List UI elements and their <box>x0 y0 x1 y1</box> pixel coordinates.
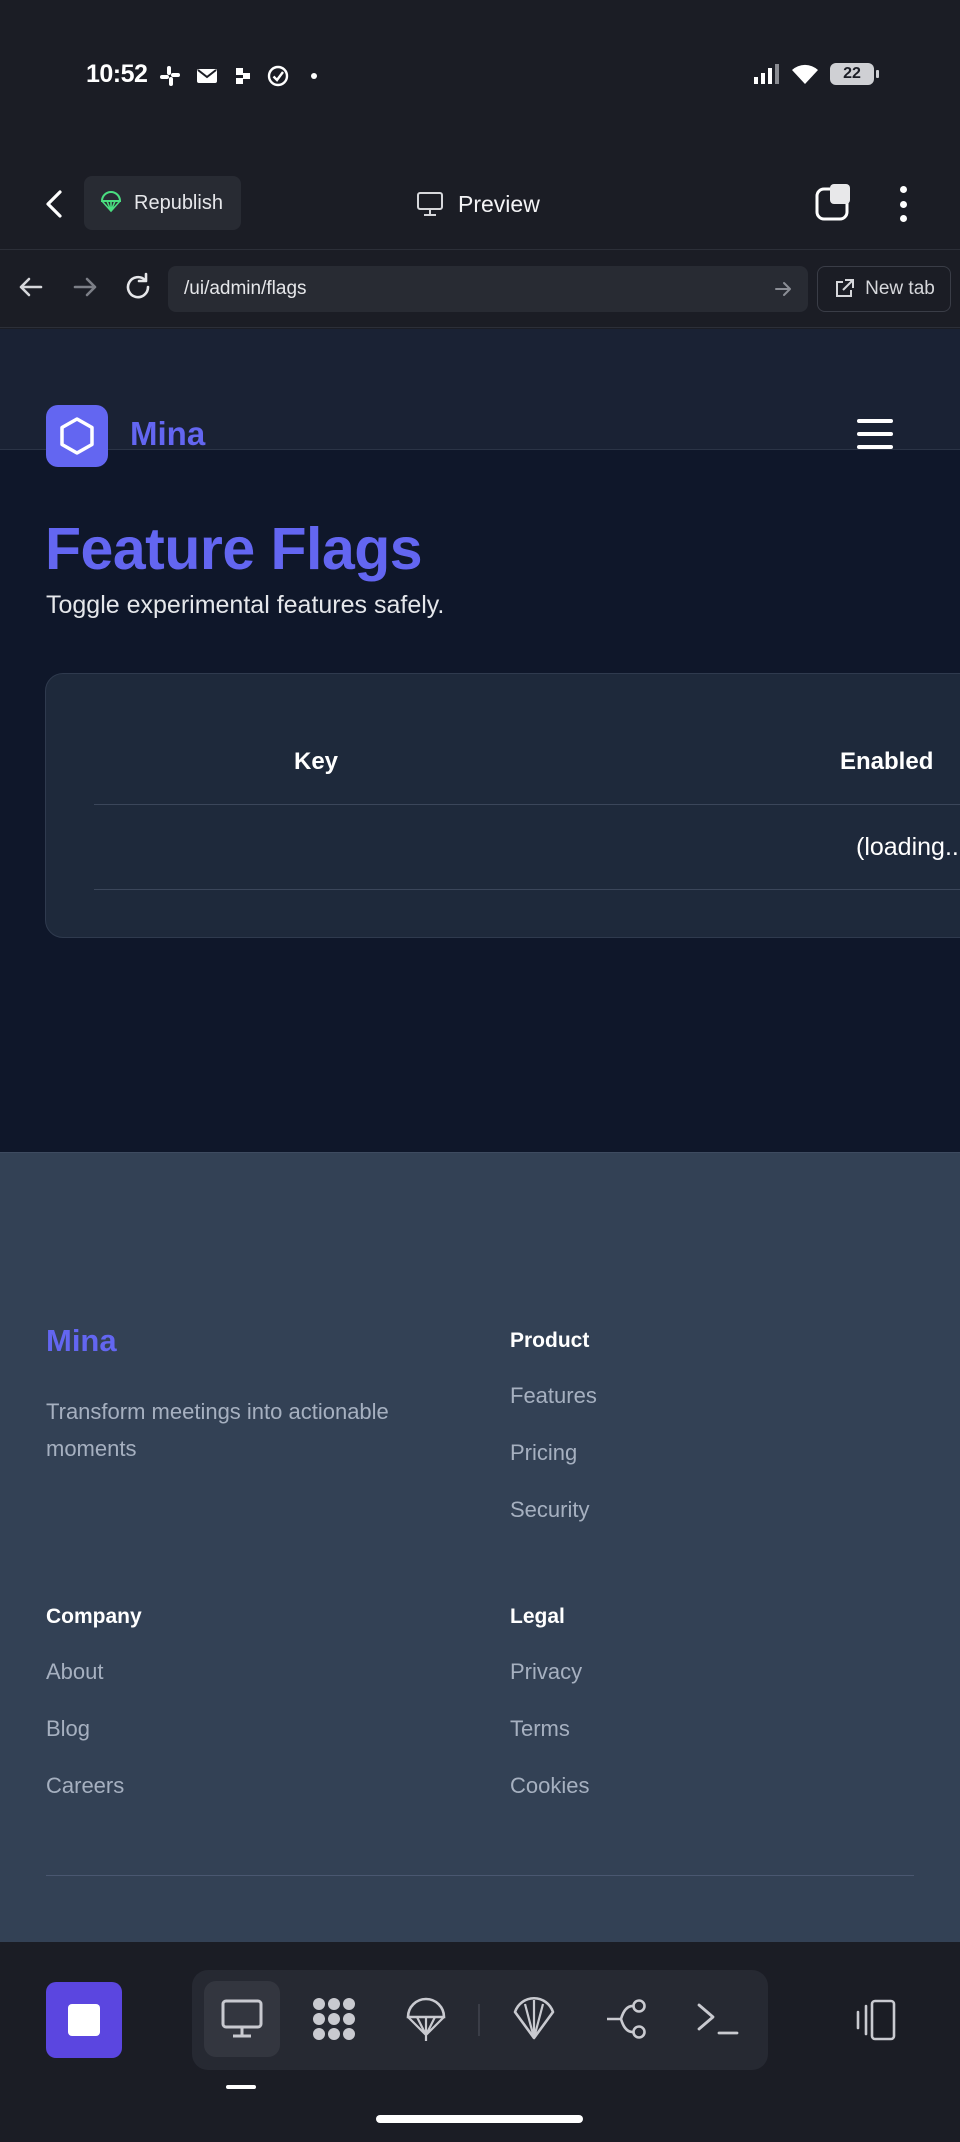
loading-cell: (loading... <box>856 833 960 861</box>
url-input[interactable]: /ui/admin/flags <box>168 266 808 312</box>
address-bar: /ui/admin/flags New tab <box>0 250 960 328</box>
status-bar: 10:52 22 <box>0 0 960 150</box>
footer-link-features[interactable]: Features <box>510 1381 597 1438</box>
go-arrow-icon[interactable] <box>772 278 794 300</box>
flags-table-card: Key Enabled (loading... <box>45 673 960 938</box>
monitor-icon <box>417 192 443 216</box>
site-logo[interactable] <box>46 405 108 467</box>
footer-heading: Legal <box>510 1605 565 1628</box>
shell-icon <box>513 1996 555 2040</box>
back-icon[interactable] <box>38 184 72 224</box>
preview-tool-button[interactable] <box>204 1981 280 2057</box>
stop-icon <box>68 2004 100 2036</box>
battery-icon: 22 <box>830 63 879 85</box>
new-tab-label: New tab <box>865 278 935 299</box>
bottom-dock <box>0 1942 960 2142</box>
git-tool-button[interactable] <box>588 1981 664 2057</box>
url-text: /ui/admin/flags <box>184 278 307 299</box>
hexagon-icon <box>60 417 94 455</box>
page-title: Feature Flags <box>45 516 423 582</box>
mail-icon <box>197 69 217 83</box>
footer-link-cookies[interactable]: Cookies <box>510 1771 589 1828</box>
deploy-icon <box>406 1997 446 2041</box>
footer-link-blog[interactable]: Blog <box>46 1714 142 1771</box>
check-circle-icon <box>267 65 289 87</box>
footer-link-privacy[interactable]: Privacy <box>510 1657 589 1714</box>
parachute-icon <box>100 191 122 213</box>
republish-button[interactable]: Republish <box>84 176 241 230</box>
app-icon <box>236 68 250 84</box>
git-icon <box>607 1999 646 2039</box>
external-link-icon <box>836 279 855 297</box>
page-viewport: Mina Feature Flags Toggle experimental f… <box>0 329 960 1942</box>
dot-icon <box>311 73 317 79</box>
slack-icon <box>160 66 180 86</box>
stop-button[interactable] <box>46 1982 122 2058</box>
tabs-icon[interactable] <box>814 182 854 222</box>
browser-back-icon[interactable] <box>14 270 48 304</box>
app-toolbar: Republish Preview <box>0 160 960 250</box>
footer-link-about[interactable]: About <box>46 1657 142 1714</box>
column-header-enabled: Enabled <box>840 748 934 775</box>
footer-heading: Company <box>46 1605 142 1628</box>
browser-forward-icon[interactable] <box>68 270 102 304</box>
column-header-key: Key <box>294 748 339 775</box>
signal-icon <box>754 64 779 84</box>
footer-column-product: Product Features Pricing Security <box>510 1329 597 1552</box>
preview-tab[interactable]: Preview <box>416 184 540 224</box>
deploy-tool-button[interactable] <box>388 1981 464 2057</box>
tool-separator <box>478 2004 480 2036</box>
reload-icon[interactable] <box>121 270 155 304</box>
panel-toggle-icon[interactable] <box>852 1998 898 2042</box>
site-brand[interactable]: Mina <box>130 415 205 453</box>
page-subtitle: Toggle experimental features safely. <box>46 591 445 619</box>
new-tab-button[interactable]: New tab <box>817 266 951 312</box>
apps-icon <box>313 1998 355 2040</box>
terminal-icon <box>697 2003 739 2035</box>
apps-tool-button[interactable] <box>296 1981 372 2057</box>
footer-divider <box>46 1875 914 1876</box>
menu-icon[interactable] <box>857 419 893 449</box>
footer-link-careers[interactable]: Careers <box>46 1771 142 1828</box>
table-divider <box>94 804 960 805</box>
footer-tagline: Transform meetings into actionable momen… <box>46 1399 389 1461</box>
footer-heading: Product <box>510 1329 590 1352</box>
active-tool-indicator <box>226 2085 256 2089</box>
site-footer: Mina Transform meetings into actionable … <box>0 1152 960 1942</box>
tool-switcher <box>192 1970 768 2070</box>
republish-label: Republish <box>134 191 223 214</box>
footer-brand: Mina <box>46 1323 117 1358</box>
footer-link-pricing[interactable]: Pricing <box>510 1438 597 1495</box>
shell-tool-button[interactable] <box>496 1981 572 2057</box>
table-divider <box>94 889 960 890</box>
footer-column-legal: Legal Privacy Terms Cookies <box>510 1605 589 1828</box>
terminal-tool-button[interactable] <box>680 1981 756 2057</box>
more-options-icon[interactable] <box>888 182 918 226</box>
preview-icon <box>221 1999 263 2038</box>
footer-link-terms[interactable]: Terms <box>510 1714 589 1771</box>
preview-label: Preview <box>458 190 540 217</box>
wifi-icon <box>792 64 818 84</box>
status-time: 10:52 <box>86 60 148 88</box>
footer-column-company: Company About Blog Careers <box>46 1605 142 1828</box>
footer-link-security[interactable]: Security <box>510 1495 597 1552</box>
home-indicator[interactable] <box>376 2115 583 2123</box>
